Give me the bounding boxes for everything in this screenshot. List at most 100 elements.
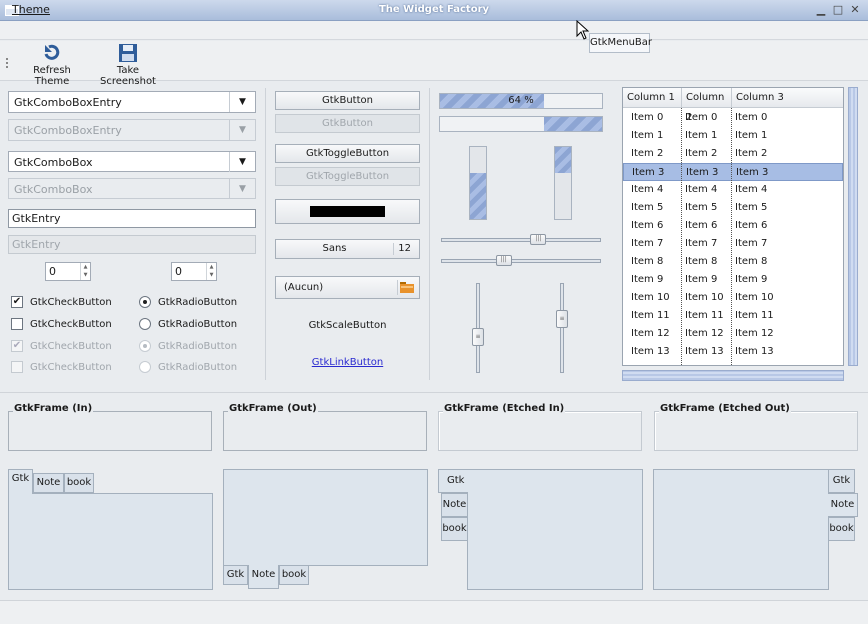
table-cell: Item 7: [685, 238, 718, 249]
frame-border: [223, 411, 427, 451]
table-row[interactable]: Item 9 Item 9 Item 9: [623, 271, 843, 289]
entry-field[interactable]: GtkEntry: [8, 209, 256, 228]
take-screenshot-button[interactable]: Take Screenshot: [92, 44, 164, 87]
table-row[interactable]: Item 8 Item 8 Item 8: [623, 253, 843, 271]
progress-fill: [555, 147, 571, 173]
tab[interactable]: Gtk: [8, 469, 33, 494]
font-size: 12: [398, 243, 411, 254]
table-cell: Item 1: [735, 130, 768, 141]
table-cell: Item 1: [631, 130, 664, 141]
slider-handle[interactable]: |||: [495, 255, 512, 266]
refresh-theme-button[interactable]: Refresh Theme: [16, 44, 88, 87]
notebook-page: [8, 493, 213, 590]
notebook-top: Gtk Note book: [8, 469, 213, 590]
table-cell: Item 10: [631, 292, 670, 303]
column-header[interactable]: Column 2: [681, 88, 731, 123]
combo-box-entry-text[interactable]: GtkComboBoxEntry: [14, 96, 122, 109]
tab[interactable]: Note: [441, 493, 468, 517]
tab[interactable]: book: [828, 517, 855, 541]
table-row[interactable]: Item 13 Item 13 Item 13: [623, 343, 843, 361]
tab[interactable]: book: [279, 565, 309, 585]
horizontal-scrollbar[interactable]: [622, 370, 844, 381]
column-header[interactable]: Column 1: [623, 88, 681, 108]
combo-box[interactable]: GtkComboBox ▼: [8, 151, 256, 172]
table-cell: Item 3: [686, 167, 719, 178]
table-cell: Item 2: [631, 148, 664, 159]
table-row[interactable]: Item 12 Item 12 Item 12: [623, 325, 843, 343]
table-row[interactable]: Item 6 Item 6 Item 6: [623, 217, 843, 235]
font-button[interactable]: Sans 12: [275, 239, 420, 259]
spin-button-1[interactable]: 0 ▲ ▼: [45, 262, 91, 281]
column-header[interactable]: Column 3: [731, 88, 843, 108]
table-cell: Item 12: [735, 328, 774, 339]
maximize-icon[interactable]: □: [832, 4, 844, 16]
minimize-icon[interactable]: ▁: [815, 4, 827, 16]
horizontal-scale-track[interactable]: [441, 259, 601, 263]
table-row[interactable]: Item 11 Item 11 Item 11: [623, 307, 843, 325]
table-row[interactable]: Item 1 Item 1 Item 1: [623, 127, 843, 145]
scale-button[interactable]: GtkScaleButton: [275, 320, 420, 331]
table-row[interactable]: Item 4 Item 4 Item 4: [623, 181, 843, 199]
table-row[interactable]: Item 5 Item 5 Item 5: [623, 199, 843, 217]
file-chooser-button[interactable]: (Aucun): [275, 276, 420, 299]
tab[interactable]: Gtk: [828, 469, 855, 493]
chevron-down-icon[interactable]: ▼: [229, 92, 255, 112]
table-row[interactable]: Item 7 Item 7 Item 7: [623, 235, 843, 253]
frame-etched-in: GtkFrame (Etched In): [438, 403, 642, 451]
progress-bar-activity: [439, 116, 603, 132]
radio-unselected[interactable]: [139, 318, 151, 330]
chevron-down-icon: ▼: [229, 120, 255, 140]
slider-handle[interactable]: ≡: [472, 327, 484, 346]
refresh-theme-label: Refresh Theme: [33, 65, 71, 87]
toolbar-grip-icon[interactable]: [6, 58, 9, 68]
spin-value-2: 0: [175, 265, 182, 278]
table-cell: Item 11: [631, 310, 670, 321]
table-cell: Item 4: [685, 184, 718, 195]
radio-selected[interactable]: [139, 296, 151, 308]
spin-value-1: 0: [49, 265, 56, 278]
table-cell: Item 4: [735, 184, 768, 195]
column-divider: [681, 108, 682, 365]
radio-unselected-disabled: [139, 361, 151, 373]
close-icon[interactable]: ✕: [849, 4, 861, 16]
horizontal-scale-track[interactable]: [441, 238, 601, 242]
radio-label: GtkRadioButton: [158, 297, 238, 308]
refresh-icon: [44, 44, 60, 60]
table-row[interactable]: Item 3 Item 3 Item 3: [623, 163, 843, 181]
toggle-button-disabled: GtkToggleButton: [275, 167, 420, 186]
table-cell: Item 11: [735, 310, 774, 321]
slider-handle[interactable]: ≡: [556, 310, 568, 329]
tab[interactable]: book: [441, 517, 468, 541]
tab[interactable]: Note: [248, 565, 279, 589]
entry-disabled-text: GtkEntry: [12, 238, 61, 251]
combo-box-disabled: GtkComboBox ▼: [8, 178, 256, 199]
combo-box-entry-disabled: GtkComboBoxEntry ▼: [8, 119, 256, 141]
tab[interactable]: Note: [828, 493, 858, 517]
notebook-left: Gtk Note book: [438, 469, 643, 590]
table-row[interactable]: Item 2 Item 2 Item 2: [623, 145, 843, 163]
tree-view[interactable]: Column 1 Column 2 Column 3 Item 0 Item 0I…: [622, 87, 844, 366]
tab[interactable]: Gtk: [223, 565, 248, 585]
tab[interactable]: Note: [33, 473, 64, 493]
table-row[interactable]: Item 0 Item 0 Item 0: [623, 109, 843, 127]
checkbox-checked[interactable]: ✔: [11, 296, 23, 308]
menu-item-theme[interactable]: Theme: [12, 3, 50, 16]
link-button[interactable]: GtkLinkButton: [275, 357, 420, 368]
chevron-down-icon[interactable]: ▼: [229, 152, 255, 172]
spin-button-2[interactable]: 0 ▲ ▼: [171, 262, 217, 281]
table-row[interactable]: Item 10 Item 10 Item 10: [623, 289, 843, 307]
combo-box-entry[interactable]: GtkComboBoxEntry ▼: [8, 91, 256, 113]
spin-arrows-icon[interactable]: ▲ ▼: [80, 263, 90, 280]
vertical-scrollbar[interactable]: [848, 87, 858, 366]
checkbox-unchecked[interactable]: [11, 318, 23, 330]
slider-handle[interactable]: |||: [530, 234, 547, 245]
spin-arrows-icon[interactable]: ▲ ▼: [206, 263, 216, 280]
gtk-button[interactable]: GtkButton: [275, 91, 420, 110]
checkbox-checked-disabled: ✔: [11, 340, 23, 352]
tab[interactable]: book: [64, 473, 94, 493]
tab[interactable]: Gtk: [438, 469, 468, 493]
progress-bar: 64 %: [439, 93, 603, 109]
vertical-progress-bar: [554, 146, 572, 220]
color-button[interactable]: [275, 199, 420, 224]
toggle-button[interactable]: GtkToggleButton: [275, 144, 420, 163]
